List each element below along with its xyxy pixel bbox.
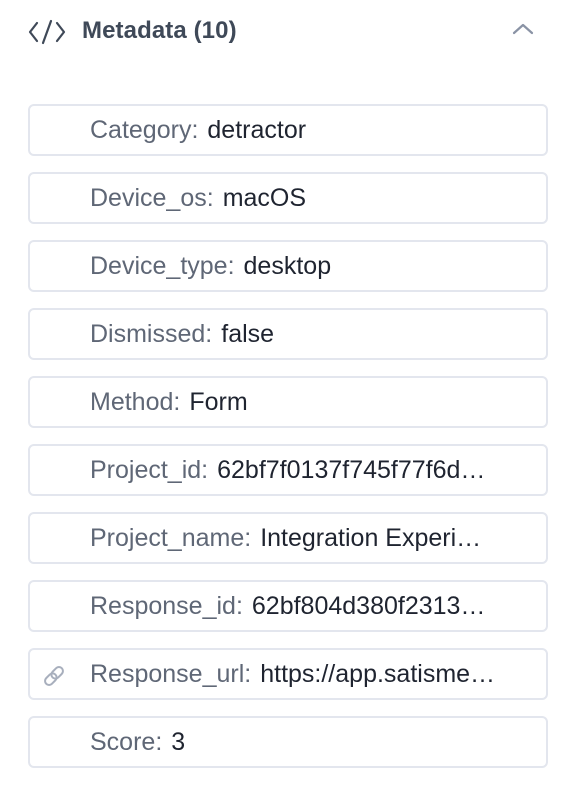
metadata-key: Device_type	[90, 252, 228, 280]
metadata-separator: :	[205, 320, 213, 348]
metadata-row-text: Dismissed: false	[90, 310, 522, 358]
metadata-separator: :	[244, 660, 252, 688]
metadata-row-project-name: Project_name: Integration Experi…	[28, 512, 548, 564]
metadata-separator: :	[206, 184, 214, 212]
metadata-value: Integration Experi…	[260, 524, 482, 552]
metadata-key: Device_os	[90, 184, 207, 212]
metadata-value: 62bf804d380f2313…	[251, 592, 486, 620]
metadata-key: Method	[90, 388, 174, 416]
metadata-row-device-type: Device_type: desktop	[28, 240, 548, 292]
metadata-key: Score	[90, 728, 156, 756]
metadata-value: detractor	[207, 116, 307, 144]
metadata-list: Category: detractor Device_os: macOS Devic…	[28, 104, 548, 768]
metadata-row-text: Device_type: desktop	[90, 242, 522, 290]
metadata-title: Metadata (10)	[82, 17, 237, 44]
metadata-row-project-id: Project_id: 62bf7f0137f745f77f6d…	[28, 444, 548, 496]
metadata-row-text: Category: detractor	[90, 106, 522, 154]
metadata-row-method: Method: Form	[28, 376, 548, 428]
metadata-row-text: Response_url: https://app.satisme…	[90, 650, 522, 698]
metadata-row-dismissed: Dismissed: false	[28, 308, 548, 360]
metadata-key: Project_id	[90, 456, 202, 484]
metadata-value: false	[221, 320, 275, 348]
metadata-separator: :	[201, 456, 209, 484]
metadata-row-score: Score: 3	[28, 716, 548, 768]
metadata-row-category: Category: detractor	[28, 104, 548, 156]
metadata-separator: :	[227, 252, 235, 280]
metadata-key: Project_name	[90, 524, 245, 552]
metadata-value-link[interactable]: https://app.satisme…	[260, 660, 495, 688]
metadata-key: Category	[90, 116, 192, 144]
metadata-separator: :	[235, 592, 243, 620]
metadata-row-text: Response_id: 62bf804d380f2313…	[90, 582, 522, 630]
metadata-row-response-id: Response_id: 62bf804d380f2313…	[28, 580, 548, 632]
code-icon	[28, 19, 66, 45]
link-icon[interactable]	[40, 662, 68, 690]
chevron-up-icon[interactable]	[510, 20, 536, 38]
metadata-separator: :	[155, 728, 163, 756]
metadata-panel: Metadata (10) Category: detractor Device_…	[0, 0, 570, 794]
metadata-separator: :	[244, 524, 252, 552]
metadata-row-text: Device_os: macOS	[90, 174, 522, 222]
metadata-value: desktop	[243, 252, 332, 280]
metadata-value: 3	[171, 728, 186, 756]
metadata-separator: :	[173, 388, 181, 416]
metadata-separator: :	[191, 116, 199, 144]
metadata-row-response-url[interactable]: Response_url: https://app.satisme…	[28, 648, 548, 700]
metadata-key: Response_url	[90, 660, 245, 688]
metadata-row-text: Score: 3	[90, 718, 522, 766]
metadata-value: 62bf7f0137f745f77f6d…	[217, 456, 486, 484]
metadata-row-text: Method: Form	[90, 378, 522, 426]
metadata-key: Response_id	[90, 592, 236, 620]
metadata-row-text: Project_id: 62bf7f0137f745f77f6d…	[90, 446, 522, 494]
metadata-row-device-os: Device_os: macOS	[28, 172, 548, 224]
metadata-header[interactable]: Metadata (10)	[0, 0, 570, 64]
metadata-key: Dismissed	[90, 320, 206, 348]
metadata-row-text: Project_name: Integration Experi…	[90, 514, 522, 562]
metadata-value: macOS	[222, 184, 307, 212]
metadata-value: Form	[189, 388, 248, 416]
